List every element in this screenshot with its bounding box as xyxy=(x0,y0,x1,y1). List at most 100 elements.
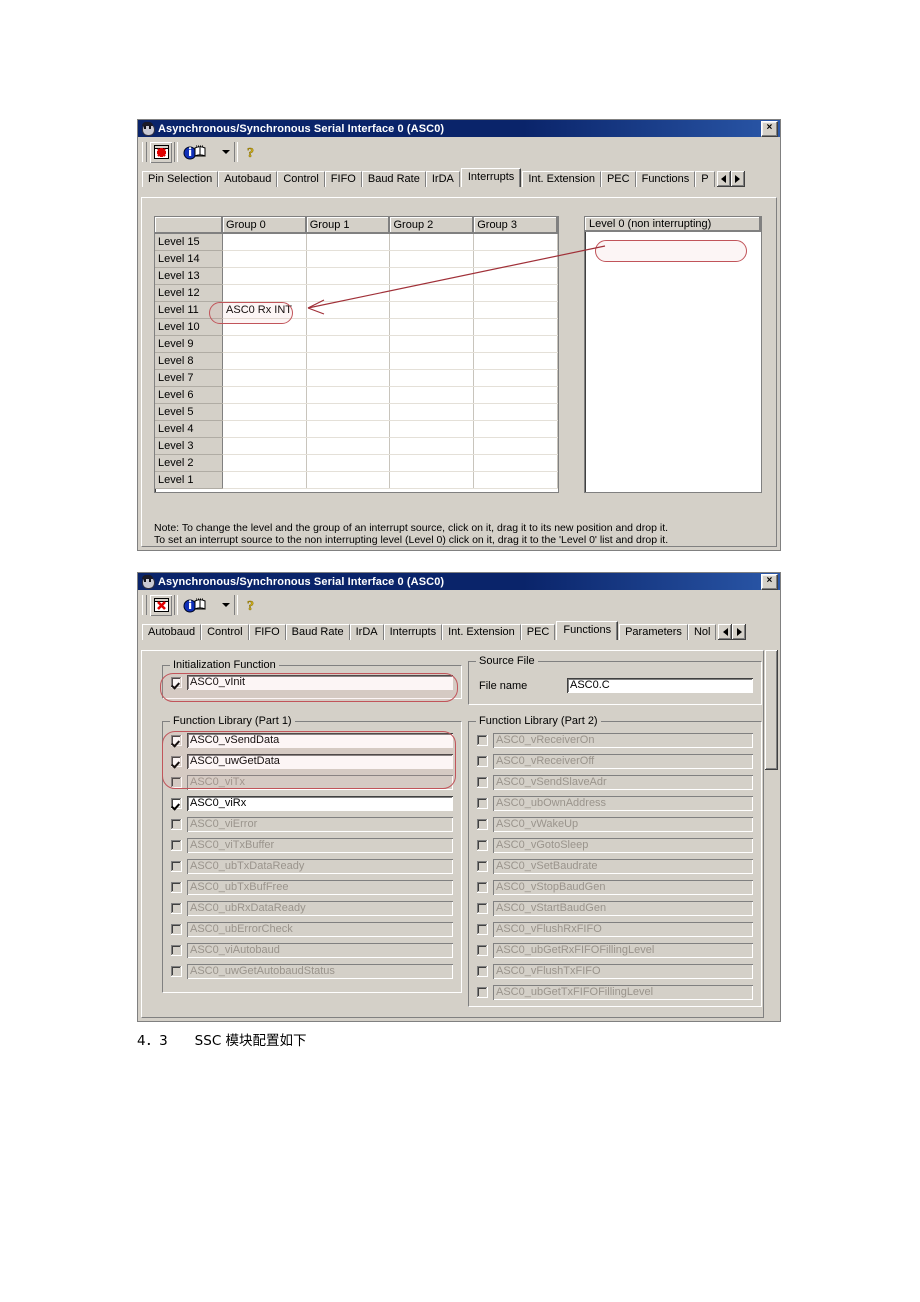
function-name-field[interactable]: ASC0_viAutobaud xyxy=(187,943,453,958)
function-checkbox[interactable] xyxy=(171,924,182,935)
window1-toolbar[interactable]: ? xyxy=(138,137,780,167)
function-checkbox[interactable] xyxy=(171,777,182,788)
interrupt-cell[interactable] xyxy=(389,352,475,370)
table-row[interactable]: Level 8 xyxy=(155,352,558,370)
function-name-field[interactable]: ASC0_viRx xyxy=(187,796,453,811)
function-name-field[interactable]: ASC0_vReceiverOff xyxy=(493,754,753,769)
interrupt-cell[interactable] xyxy=(473,403,558,421)
asc0-interrupts-window[interactable]: Asynchronous/Synchronous Serial Interfac… xyxy=(137,119,781,551)
interrupt-cell[interactable] xyxy=(473,471,558,489)
tab-int-extension[interactable]: Int. Extension xyxy=(522,171,601,187)
interrupt-cell[interactable] xyxy=(222,454,307,472)
column-header[interactable]: Group 2 xyxy=(389,217,475,234)
function-checkbox[interactable] xyxy=(171,882,182,893)
function-checkbox[interactable] xyxy=(171,945,182,956)
function-row[interactable]: ASC0_vFlushTxFIFO xyxy=(477,961,753,982)
table-row[interactable]: Level 10 xyxy=(155,318,558,336)
table-row[interactable]: Level 5 xyxy=(155,403,558,421)
tab2-interrupts[interactable]: Interrupts xyxy=(383,624,443,640)
tab-functions[interactable]: Functions xyxy=(635,171,696,187)
interrupt-cell[interactable] xyxy=(306,250,391,268)
function-checkbox[interactable] xyxy=(477,945,488,956)
function-name-field[interactable]: ASC0_viTxBuffer xyxy=(187,838,453,853)
interrupt-cell[interactable] xyxy=(306,352,391,370)
window2-tabstrip[interactable]: Autobaud Control FIFO Baud Rate IrDA Int… xyxy=(142,621,772,640)
tab-scroll-right-button[interactable] xyxy=(730,171,745,187)
window2-close-button[interactable]: × xyxy=(761,573,778,590)
function-name-field[interactable]: ASC0_vWakeUp xyxy=(493,817,753,832)
help-question-icon-2[interactable]: ? xyxy=(240,595,262,616)
table-row[interactable]: Level 9 xyxy=(155,335,558,353)
function-row[interactable]: ASC0_vSendSlaveAdr xyxy=(477,772,753,793)
function-checkbox[interactable] xyxy=(477,840,488,851)
interrupt-cell[interactable] xyxy=(306,420,391,438)
interrupt-cell[interactable] xyxy=(473,335,558,353)
column-header[interactable] xyxy=(155,217,224,234)
interrupt-cell[interactable] xyxy=(306,267,391,285)
interrupt-cell[interactable] xyxy=(222,284,307,302)
function-row[interactable]: ASC0_ubTxBufFree xyxy=(171,877,453,898)
function-name-field[interactable]: ASC0_ubErrorCheck xyxy=(187,922,453,937)
function-checkbox[interactable] xyxy=(477,756,488,767)
function-name-field[interactable]: ASC0_vInit xyxy=(187,674,453,690)
asc0-functions-window[interactable]: Asynchronous/Synchronous Serial Interfac… xyxy=(137,572,781,1022)
tab2-irda[interactable]: IrDA xyxy=(349,624,384,640)
function-checkbox[interactable] xyxy=(477,903,488,914)
function-name-field[interactable]: ASC0_vReceiverOn xyxy=(493,733,753,748)
column-header[interactable]: Group 0 xyxy=(222,217,307,234)
interrupt-cell[interactable] xyxy=(306,284,391,302)
interrupt-cell[interactable] xyxy=(473,386,558,404)
interrupt-cell[interactable] xyxy=(473,318,558,336)
function-name-field[interactable]: ASC0_ubTxBufFree xyxy=(187,880,453,895)
tab2-control[interactable]: Control xyxy=(201,624,249,640)
table-row[interactable]: Level 1 xyxy=(155,471,558,489)
function-row[interactable]: ASC0_viTxBuffer xyxy=(171,835,453,856)
interrupt-cell[interactable] xyxy=(222,318,307,336)
function-name-field[interactable]: ASC0_vSendSlaveAdr xyxy=(493,775,753,790)
function-row[interactable]: ASC0_vReceiverOff xyxy=(477,751,753,772)
function-checkbox[interactable] xyxy=(477,861,488,872)
tab2-int-extension[interactable]: Int. Extension xyxy=(442,624,521,640)
function-name-field[interactable]: ASC0_ubOwnAddress xyxy=(493,796,753,811)
interrupt-cell[interactable] xyxy=(473,352,558,370)
interrupt-cell[interactable] xyxy=(306,471,391,489)
table-row[interactable]: Level 7 xyxy=(155,369,558,387)
function-row[interactable]: ASC0_ubGetTxFIFOFillingLevel xyxy=(477,982,753,1003)
function-row[interactable]: ASC0_viRx xyxy=(171,793,453,814)
interrupt-cell[interactable] xyxy=(389,267,475,285)
column-header[interactable]: Group 1 xyxy=(306,217,391,234)
interrupt-cell[interactable] xyxy=(389,386,475,404)
interrupt-cell[interactable] xyxy=(389,301,475,319)
function-name-field[interactable]: ASC0_uwGetAutobaudStatus xyxy=(187,964,453,979)
function-name-field[interactable]: ASC0_uwGetData xyxy=(187,754,453,769)
initialization-function-list[interactable]: ASC0_vInit xyxy=(171,673,453,691)
function-row[interactable]: ASC0_vSendData xyxy=(171,730,453,751)
interrupt-cell[interactable] xyxy=(306,437,391,455)
interrupt-cell[interactable] xyxy=(389,454,475,472)
interrupt-cell[interactable] xyxy=(473,284,558,302)
function-name-field[interactable]: ASC0_vStopBaudGen xyxy=(493,880,753,895)
function-checkbox[interactable] xyxy=(171,840,182,851)
window2-toolbar[interactable]: ? xyxy=(138,590,780,620)
interrupt-table[interactable]: Group 0 Group 1 Group 2 Group 3 Level 15 Lev… xyxy=(155,217,558,489)
window1-titlebar[interactable]: Asynchronous/Synchronous Serial Interfac… xyxy=(138,120,780,137)
function-row[interactable]: ASC0_viTx xyxy=(171,772,453,793)
interrupt-cell[interactable] xyxy=(306,403,391,421)
interrupt-cell[interactable] xyxy=(306,301,391,319)
function-checkbox[interactable] xyxy=(477,777,488,788)
tab-p[interactable]: P xyxy=(695,171,715,187)
function-row[interactable]: ASC0_ubErrorCheck xyxy=(171,919,453,940)
toolbar-grip[interactable] xyxy=(142,142,147,162)
tab2-pec[interactable]: PEC xyxy=(520,624,556,640)
function-row[interactable]: ASC0_vStartBaudGen xyxy=(477,898,753,919)
function-row[interactable]: ASC0_vWakeUp xyxy=(477,814,753,835)
function-name-field[interactable]: ASC0_viError xyxy=(187,817,453,832)
tab2-scroll-left-button[interactable] xyxy=(718,624,733,640)
function-row[interactable]: ASC0_vReceiverOn xyxy=(477,730,753,751)
function-row[interactable]: ASC0_vInit xyxy=(171,673,453,691)
interrupt-cell[interactable] xyxy=(222,437,307,455)
interrupt-cell[interactable] xyxy=(222,369,307,387)
interrupt-cell[interactable] xyxy=(389,420,475,438)
function-checkbox[interactable] xyxy=(477,819,488,830)
function-library-part2-list[interactable]: ASC0_vReceiverOn ASC0_vReceiverOff ASC0_vS… xyxy=(477,730,753,1003)
